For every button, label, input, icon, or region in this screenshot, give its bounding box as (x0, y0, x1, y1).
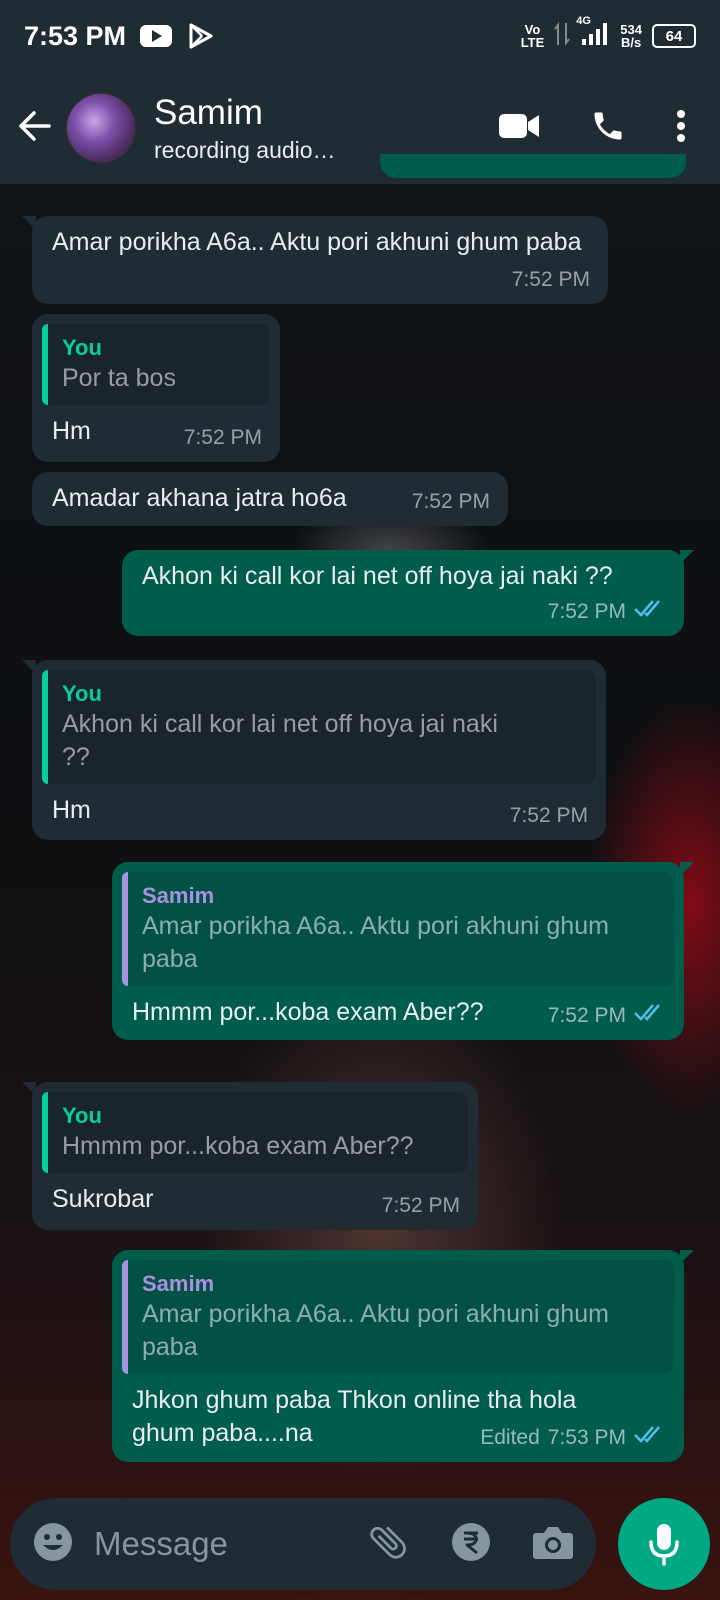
more-vert-icon (677, 109, 685, 142)
video-call-button[interactable] (498, 111, 540, 146)
signal-icon: 4G (576, 15, 610, 52)
partial-message-bubble[interactable] (380, 154, 686, 178)
quote-author: Samim (142, 883, 215, 908)
message-text: Amar porikha A6a.. Aktu pori akhuni ghum… (52, 228, 582, 256)
voice-call-button[interactable] (590, 108, 626, 149)
quote-text: Por ta bos (62, 364, 176, 392)
youtube-icon (140, 24, 173, 48)
quote-author: Samim (142, 1271, 215, 1296)
message-bubble-incoming[interactable]: You Hmmm por...koba exam Aber?? Sukrobar… (22, 1082, 478, 1230)
message-text: Akhon ki call kor lai net off hoya jai n… (142, 562, 613, 590)
status-bar: 7:53 PM Vo LTE 4G 534 B/s 64 (0, 0, 720, 72)
network-speed: 534 B/s (620, 22, 642, 50)
quote-author: You (62, 1103, 102, 1128)
data-arrows-icon (554, 21, 571, 52)
status-time: 7:53 PM (24, 20, 127, 51)
voice-message-button[interactable] (618, 1498, 710, 1590)
emoji-button[interactable] (32, 1521, 74, 1568)
message-bubble-incoming[interactable]: Amar porikha A6a.. Aktu pori akhuni ghum… (22, 216, 608, 304)
quoted-message[interactable]: You Akhon ki call kor lai net off hoya j… (42, 670, 596, 784)
video-camera-icon (499, 113, 539, 138)
paperclip-icon (370, 1525, 406, 1559)
quote-author: You (62, 335, 102, 360)
message-time: 7:52 PM (511, 268, 590, 291)
message-time: 7:52 PM (411, 490, 490, 513)
double-check-icon (634, 999, 666, 1032)
contact-name: Samim (154, 92, 263, 132)
message-composer (10, 1498, 596, 1590)
message-bubble-outgoing[interactable]: Samim Amar porikha A6a.. Aktu pori akhun… (112, 862, 694, 1040)
message-input[interactable] (94, 1525, 334, 1563)
quoted-message[interactable]: You Por ta bos (42, 324, 270, 405)
message-time: 7:52 PM (547, 1004, 626, 1027)
quote-text: Hmmm por...koba exam Aber?? (62, 1132, 414, 1160)
message-time: 7:52 PM (381, 1194, 460, 1217)
double-check-icon (634, 595, 666, 628)
emoji-icon (34, 1522, 72, 1561)
attach-button[interactable] (366, 1520, 410, 1569)
battery-level: 64 (665, 27, 683, 45)
payment-button[interactable] (450, 1521, 492, 1568)
message-time: 7:53 PM (547, 1426, 626, 1449)
quote-author: You (62, 681, 102, 706)
message-time: 7:52 PM (509, 804, 588, 827)
more-options-button[interactable] (676, 108, 686, 149)
message-time: 7:52 PM (547, 600, 626, 623)
contact-info[interactable]: Samim recording audio… (154, 93, 498, 164)
quoted-message[interactable]: You Hmmm por...koba exam Aber?? (42, 1092, 468, 1173)
quote-text: Amar porikha A6a.. Aktu pori akhuni ghum… (142, 912, 609, 973)
quote-text: Akhon ki call kor lai net off hoya jai n… (62, 710, 498, 771)
message-bubble-incoming[interactable]: Amadar akhana jatra ho6a 7:52 PM (32, 472, 508, 526)
microphone-icon (649, 1524, 679, 1566)
camera-button[interactable] (532, 1523, 574, 1566)
quoted-message[interactable]: Samim Amar porikha A6a.. Aktu pori akhun… (122, 1260, 674, 1374)
message-bubble-outgoing[interactable]: Samim Amar porikha A6a.. Aktu pori akhun… (112, 1250, 694, 1462)
double-check-icon (634, 1421, 666, 1454)
battery-icon: 64 (652, 24, 696, 48)
message-bubble-incoming[interactable]: You Por ta bos Hm 7:52 PM (32, 314, 280, 462)
message-time: 7:52 PM (183, 426, 262, 449)
arrow-left-icon (17, 108, 53, 149)
quoted-message[interactable]: Samim Amar porikha A6a.. Aktu pori akhun… (122, 872, 674, 986)
back-button[interactable] (4, 108, 66, 149)
message-bubble-outgoing[interactable]: Akhon ki call kor lai net off hoya jai n… (122, 550, 694, 636)
rupee-icon (452, 1522, 490, 1561)
quote-text: Amar porikha A6a.. Aktu pori akhuni ghum… (142, 1300, 609, 1361)
edited-label: Edited (480, 1426, 540, 1449)
avatar[interactable] (66, 93, 136, 163)
play-store-icon (186, 22, 214, 50)
message-bubble-incoming[interactable]: You Akhon ki call kor lai net off hoya j… (22, 660, 606, 840)
volte-indicator: Vo LTE (520, 22, 545, 50)
message-list[interactable]: Amar porikha A6a.. Aktu pori akhuni ghum… (0, 154, 720, 1484)
camera-icon (533, 1526, 573, 1559)
phone-icon (594, 112, 622, 139)
